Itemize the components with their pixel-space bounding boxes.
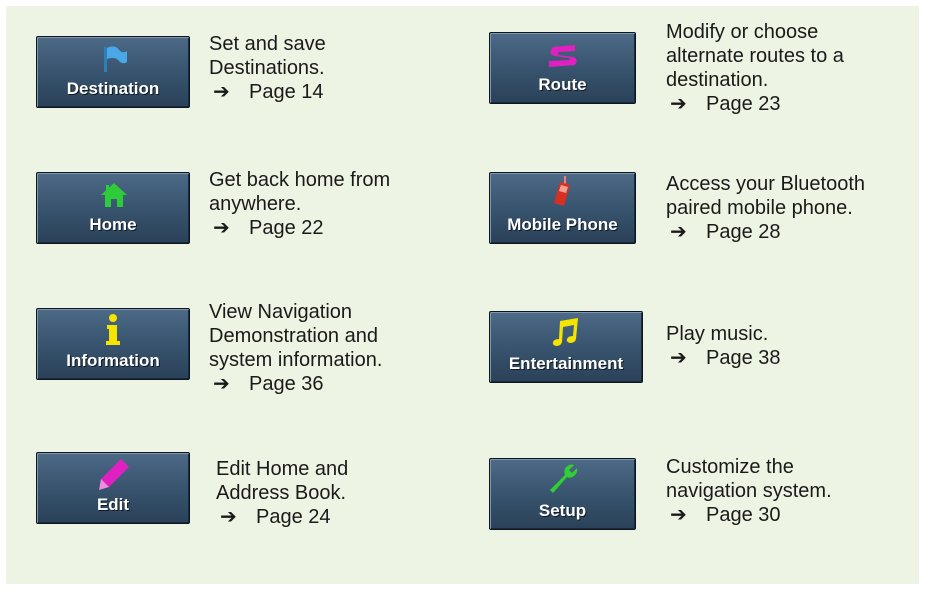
music-note-icon [552, 318, 578, 346]
setup-button[interactable]: Setup [489, 458, 636, 530]
page-reference: ➔ Page 24 [220, 506, 331, 528]
flag-icon [104, 46, 127, 72]
mobile-phone-label: Mobile Phone [507, 215, 618, 234]
page-reference: ➔ Page 30 [670, 504, 781, 526]
house-icon [101, 183, 127, 207]
route-label: Route [538, 75, 587, 94]
mobile-phone-description: Access your Bluetooth paired mobile phon… [666, 173, 865, 243]
route-button[interactable]: Route [489, 32, 636, 104]
destination-description: Set and save Destinations. ➔ Page 14 [209, 33, 326, 103]
edit-description: Edit Home and Address Book. ➔ Page 24 [216, 458, 349, 528]
information-button[interactable]: Information [36, 308, 190, 380]
route-icon [549, 45, 577, 67]
home-label: Home [89, 215, 137, 234]
page-reference: ➔ Page 28 [670, 221, 781, 243]
route-description: Modify or choose alternate routes to a d… [666, 21, 844, 115]
setup-label: Setup [538, 501, 587, 520]
information-label: Information [66, 351, 160, 370]
pencil-icon [99, 459, 129, 490]
page-reference: ➔ Page 22 [213, 217, 324, 239]
entertainment-button[interactable]: Entertainment [489, 311, 643, 383]
panel: Destination Set and save Destinations. ➔… [6, 6, 919, 584]
edit-label: Edit [96, 495, 130, 514]
entertainment-label: Entertainment [508, 354, 624, 373]
information-description: View Navigation Demonstration and system… [209, 301, 383, 395]
page-reference: ➔ Page 23 [670, 93, 781, 115]
page-reference: ➔ Page 36 [213, 373, 324, 395]
home-description: Get back home from anywhere. ➔ Page 22 [209, 169, 391, 239]
mobile-phone-button[interactable]: Mobile Phone [489, 172, 636, 244]
info-icon [106, 314, 120, 345]
entertainment-description: Play music. ➔ Page 38 [666, 323, 781, 369]
home-button[interactable]: Home [36, 172, 190, 244]
page-reference: ➔ Page 38 [670, 347, 781, 369]
setup-description: Customize the navigation system. ➔ Page 3… [666, 456, 832, 526]
mobile-phone-icon [554, 176, 570, 206]
wrench-icon [550, 464, 578, 493]
destination-button[interactable]: Destination [36, 36, 190, 108]
edit-button[interactable]: Edit [36, 452, 190, 524]
page-reference: ➔ Page 14 [213, 81, 324, 103]
destination-label: Destination [66, 79, 160, 98]
